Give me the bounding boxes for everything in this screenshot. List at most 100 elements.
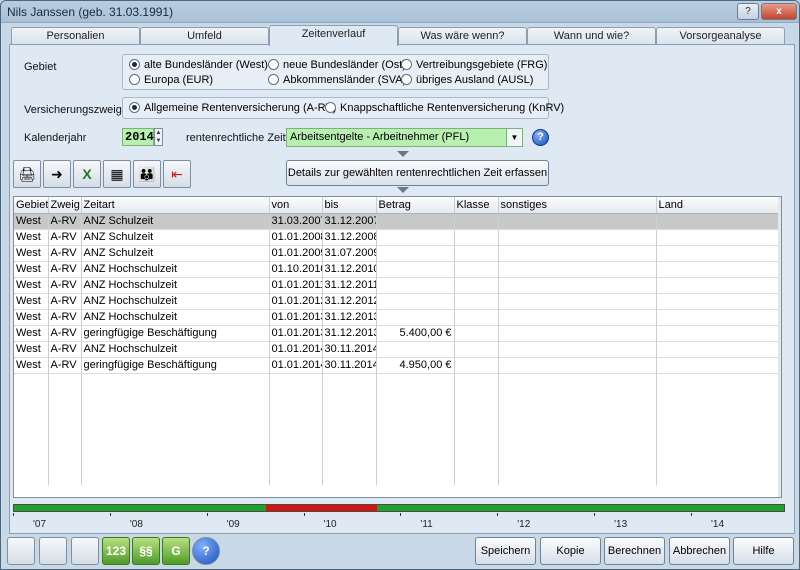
radio-gebiet-ausl[interactable]: übriges Ausland (AUSL) xyxy=(401,74,533,86)
table-cell xyxy=(498,341,657,358)
radio-gebiet-eur[interactable]: Europa (EUR) xyxy=(129,74,213,86)
table-cell: ANZ Hochschulzeit xyxy=(81,277,270,294)
table-cell: 5.400,00 € xyxy=(376,325,455,342)
mail-icon[interactable] xyxy=(39,537,67,565)
table-cell xyxy=(656,437,780,453)
table-row[interactable]: West A-RV ANZ Hochschulzeit 01.01.2014 30.11… xyxy=(14,341,780,358)
tab-vorsorgeanalyse[interactable]: Vorsorgeanalyse xyxy=(656,27,785,45)
radio-dot xyxy=(401,59,412,70)
table-cell xyxy=(656,245,780,262)
table-row[interactable]: West A-RV ANZ Hochschulzeit 01.01.2012 31.12… xyxy=(14,293,780,310)
tab-personalien[interactable]: Personalien xyxy=(11,27,140,45)
bottom-toolbar: 123 §§ G? Speichern Kopie Berechnen Abbrec… xyxy=(1,534,799,569)
table-cell: West xyxy=(14,277,49,294)
radio-label: Europa (EUR) xyxy=(144,74,214,86)
tab-was-waere-wenn[interactable]: Was wäre wenn? xyxy=(398,27,527,45)
table-cell: A-RV xyxy=(48,277,82,294)
table-cell xyxy=(498,453,657,469)
copy-button[interactable]: Kopie xyxy=(540,537,601,565)
table-cell xyxy=(454,261,499,278)
table-cell xyxy=(269,389,323,405)
help-icon[interactable]: ? xyxy=(192,537,220,565)
calculator-icon[interactable] xyxy=(71,537,99,565)
table-cell xyxy=(48,373,82,389)
rentenrechtliche-zeit-select[interactable]: Arbeitsentgelte - Arbeitnehmer (PFL) ▼ xyxy=(286,128,523,147)
help-button[interactable]: Hilfe xyxy=(733,537,794,565)
table-cell xyxy=(498,213,657,230)
column-header[interactable]: Zweig xyxy=(48,197,82,214)
table-cell xyxy=(376,405,455,421)
table-cell xyxy=(454,469,499,485)
calculate-button[interactable]: Berechnen xyxy=(604,537,665,565)
cancel-button[interactable]: Abbrechen xyxy=(669,537,730,565)
table-cell xyxy=(656,421,780,437)
column-header[interactable]: Zeitart xyxy=(81,197,270,214)
table-cell: A-RV xyxy=(48,341,82,358)
column-header[interactable]: bis xyxy=(322,197,377,214)
table-cell xyxy=(498,325,657,342)
import-icon[interactable]: ⇤ xyxy=(163,160,191,188)
table-cell xyxy=(498,437,657,453)
table-cell xyxy=(498,277,657,294)
export-icon[interactable]: ➜ xyxy=(43,160,71,188)
timeline-tick xyxy=(109,513,111,516)
chevron-down-icon[interactable]: ▼ xyxy=(506,129,522,146)
table-row[interactable]: West A-RV ANZ Schulzeit 01.01.2008 31.12.200… xyxy=(14,229,780,246)
close-button[interactable]: x xyxy=(761,3,797,20)
zeiten-table: Gebiet Zweig Zeitart von bis Betrag Klasse sons… xyxy=(13,196,782,498)
help-icon[interactable]: ? xyxy=(532,129,549,146)
table-cell: West xyxy=(14,261,49,278)
radio-zweig-arv[interactable]: Allgemeine Rentenversicherung (A-RV) xyxy=(129,102,336,114)
tab-wann-und-wie[interactable]: Wann und wie? xyxy=(527,27,656,45)
radio-gebiet-ost[interactable]: neue Bundesländer (Ost) xyxy=(268,59,406,71)
empty-row xyxy=(14,437,780,453)
table-cell: 01.10.2010 xyxy=(269,261,323,278)
excel-icon[interactable]: X xyxy=(73,160,101,188)
table-row[interactable]: West A-RV ANZ Schulzeit 31.03.2007 31.12.200… xyxy=(14,213,780,230)
table-cell xyxy=(454,293,499,310)
column-header[interactable]: von xyxy=(269,197,323,214)
table-row[interactable]: West A-RV ANZ Hochschulzeit 01.01.2011 31.12… xyxy=(14,277,780,294)
table-cell xyxy=(322,405,377,421)
title-bar: Nils Janssen (geb. 31.03.1991) ? x xyxy=(1,1,799,23)
g-icon[interactable]: G xyxy=(162,537,190,565)
calculator-icon[interactable]: ▦ xyxy=(103,160,131,188)
kalenderjahr-spinner[interactable]: ▲ ▼ xyxy=(154,128,163,146)
table-row[interactable]: West A-RV ANZ Hochschulzeit 01.10.2010 31.12… xyxy=(14,261,780,278)
table-row[interactable]: West A-RV geringfügige Beschäftigung 01.01.… xyxy=(14,325,780,342)
radio-gebiet-frg[interactable]: Vertreibungsgebiete (FRG) xyxy=(401,59,547,71)
tab-umfeld[interactable]: Umfeld xyxy=(140,27,269,45)
kalenderjahr-input[interactable]: 2014 xyxy=(122,128,154,146)
spin-down-icon[interactable]: ▼ xyxy=(155,137,162,145)
details-button[interactable]: Details zur gewählten rentenrechtlichen … xyxy=(286,160,549,186)
spin-up-icon[interactable]: ▲ xyxy=(155,129,162,137)
table-cell: ANZ Hochschulzeit xyxy=(81,261,270,278)
column-header[interactable]: Klasse xyxy=(454,197,499,214)
save-button[interactable]: Speichern xyxy=(475,537,536,565)
table-cell xyxy=(48,469,82,485)
family-icon[interactable]: 👪 xyxy=(133,160,161,188)
column-header[interactable]: Land xyxy=(656,197,780,214)
radio-gebiet-sva[interactable]: Abkommensländer (SVA) xyxy=(268,74,406,86)
vertical-scrollbar[interactable] xyxy=(778,197,781,497)
table-cell xyxy=(322,469,377,485)
title-help-button[interactable]: ? xyxy=(737,3,759,20)
table-cell xyxy=(498,405,657,421)
radio-zweig-knrv[interactable]: Knappschaftliche Rentenversicherung (KnR… xyxy=(325,102,564,114)
table-row[interactable]: West A-RV ANZ Hochschulzeit 01.01.2013 31.12… xyxy=(14,309,780,326)
column-header[interactable]: sonstiges xyxy=(498,197,657,214)
printer-icon[interactable]: 🖨 xyxy=(13,160,41,188)
column-header[interactable]: Betrag xyxy=(376,197,455,214)
column-header[interactable]: Gebiet xyxy=(14,197,49,214)
radio-dot xyxy=(401,74,412,85)
table-row[interactable]: West A-RV ANZ Schulzeit 01.01.2009 31.07.200… xyxy=(14,245,780,262)
paragraph-icon[interactable]: §§ xyxy=(132,537,160,565)
table-row[interactable]: West A-RV geringfügige Beschäftigung 01.01.… xyxy=(14,357,780,374)
tab-zeitenverlauf[interactable]: Zeitenverlauf xyxy=(269,25,398,46)
checklist-icon[interactable] xyxy=(7,537,35,565)
table-cell xyxy=(498,469,657,485)
table-cell: West xyxy=(14,309,49,326)
table-cell xyxy=(656,213,780,230)
numbers-icon[interactable]: 123 xyxy=(102,537,130,565)
radio-gebiet-west[interactable]: alte Bundesländer (West) xyxy=(129,59,268,71)
